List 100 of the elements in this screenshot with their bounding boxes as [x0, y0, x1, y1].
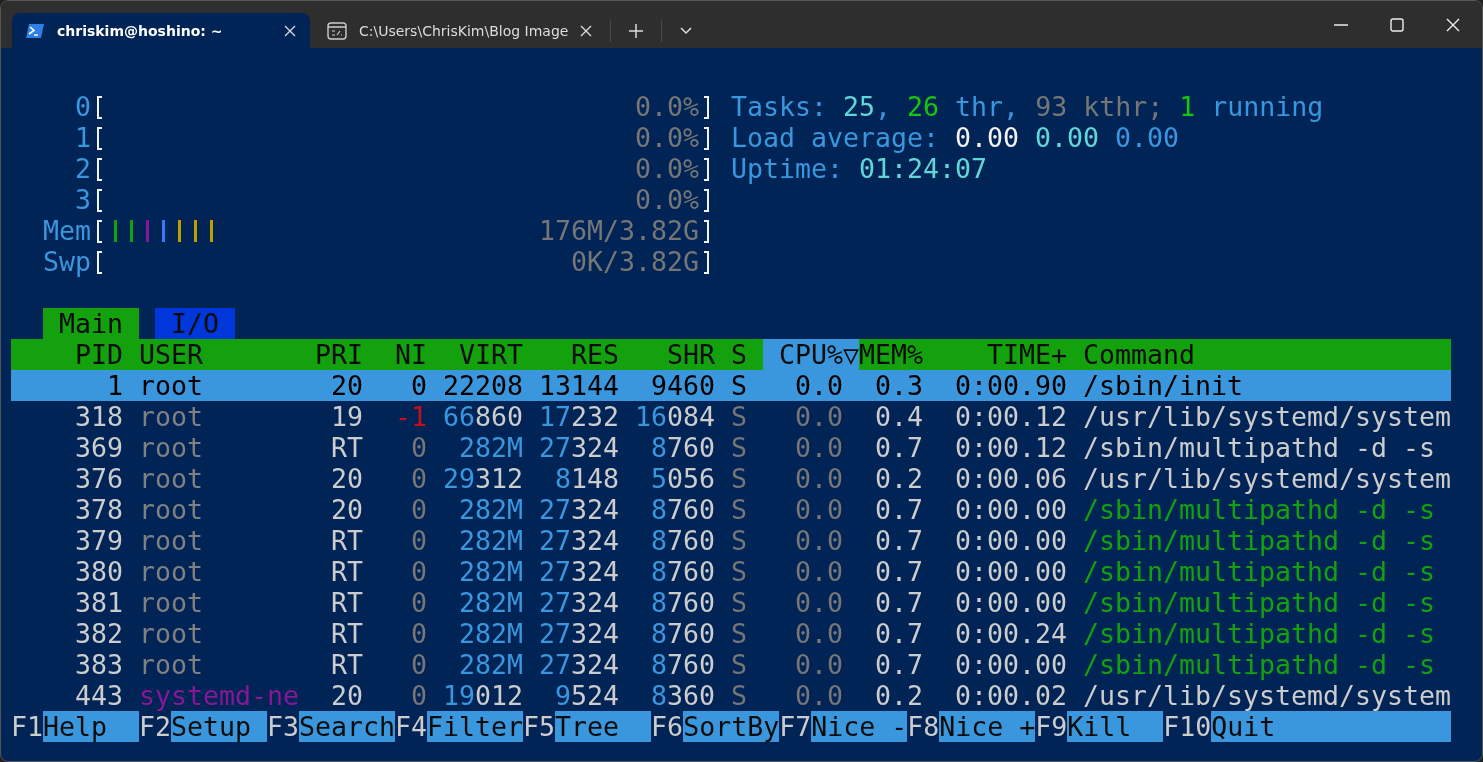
table-cell-text: 378 — [74, 494, 123, 525]
table-cell-text: 0:00.00 — [954, 494, 1067, 525]
process-row[interactable]: 1 root 20 0 22208 13144 9460 S 0.0 0.3 0:00.90 /sbin/init — [11, 370, 1452, 401]
column-header[interactable]: PID — [11, 339, 123, 370]
maximize-icon[interactable] — [1390, 17, 1404, 32]
column-header[interactable]: PRI — [315, 339, 363, 370]
table-cell-text: /sbin/multipathd -d -s — [1083, 556, 1437, 587]
plus-icon[interactable] — [629, 23, 644, 38]
table-cell: S — [731, 649, 747, 680]
table-cell-text: 0 — [410, 556, 427, 587]
column-header[interactable]: TIME+ — [939, 339, 1067, 370]
stat-text: 0.00 — [955, 122, 1021, 153]
process-row[interactable]: 376 root 20 0 29312 8148 5056 S 0.0 0.2 0:00.06 /usr/lib/systemd/system — [11, 463, 1452, 494]
meter-value: 176M/3.82G — [539, 215, 700, 246]
table-cell-text: 0 — [410, 370, 427, 401]
table-cell-text: 0 — [410, 432, 427, 463]
table-cell-text: 380 — [74, 556, 123, 587]
column-header[interactable]: USER — [139, 339, 299, 370]
column-header[interactable]: Command — [1083, 339, 1452, 370]
table-cell-text: root — [139, 401, 204, 432]
process-row[interactable]: 382 root RT 0 282M 27324 8760 S 0.0 0.7 0:00.24 /sbin/multipathd -d -s — [11, 618, 1452, 649]
table-cell: 27324 — [539, 649, 619, 680]
tab-title: chriskim@hoshino: ~ — [57, 22, 224, 39]
table-cell-text: 8148 — [553, 463, 619, 494]
column-header[interactable]: SHR — [635, 339, 715, 370]
process-row[interactable]: 379 root RT 0 282M 27324 8760 S 0.0 0.7 0:00.00 /sbin/multipathd -d -s — [11, 525, 1452, 556]
table-cell: 27324 — [539, 494, 619, 525]
meter-value: 0.0% — [635, 122, 700, 153]
table-cell-text: /sbin/multipathd -d -s — [1083, 649, 1437, 680]
table-cell-text: 282M — [458, 587, 523, 618]
table-cell-text: root — [139, 525, 204, 556]
minimize-icon[interactable] — [1334, 23, 1348, 26]
column-header[interactable]: VIRT — [443, 339, 523, 370]
table-cell-text: 383 — [74, 649, 123, 680]
table-cell-text: 369 — [74, 432, 123, 463]
table-cell-text: 0.7 — [874, 587, 923, 618]
terminal-tab[interactable]: chriskim@hoshino: ~ — [12, 13, 310, 48]
bracket-icon — [704, 251, 710, 274]
column-header[interactable]: CPU%▽ — [763, 339, 859, 370]
process-row[interactable]: 318 root 19 -1 66860 17232 16084 S 0.0 0.4 0:00.12 /usr/lib/systemd/system — [11, 401, 1452, 432]
table-cell-text: 20 — [330, 370, 363, 401]
table-cell-text: 0.0 — [794, 556, 843, 587]
table-cell-text: 0:00.00 — [954, 525, 1067, 556]
meter-value: 0.0% — [635, 153, 700, 184]
process-row[interactable]: 380 root RT 0 282M 27324 8760 S 0.0 0.7 0:00.00 /sbin/multipathd -d -s — [11, 556, 1452, 587]
table-cell-text: 0:00.02 — [954, 680, 1067, 711]
close-icon[interactable] — [580, 24, 593, 37]
process-row[interactable]: 381 root RT 0 282M 27324 8760 S 0.0 0.7 0:00.00 /sbin/multipathd -d -s — [11, 587, 1452, 618]
table-cell-text: root — [139, 432, 204, 463]
table-cell-text: root — [139, 370, 204, 401]
table-cell: 27324 — [539, 556, 619, 587]
table-cell-text: root — [139, 618, 204, 649]
table-cell-text: root — [139, 649, 204, 680]
table-cell: S — [731, 587, 747, 618]
table-cell-text: 8760 — [649, 432, 715, 463]
table-cell-text: 0.0 — [794, 494, 843, 525]
table-cell-text: 381 — [74, 587, 123, 618]
process-row[interactable]: 369 root RT 0 282M 27324 8760 S 0.0 0.7 0:00.12 /sbin/multipathd -d -s — [11, 432, 1452, 463]
meter-label: 2 — [74, 153, 91, 184]
column-header[interactable]: RES — [539, 339, 619, 370]
bracket-icon — [97, 251, 102, 274]
table-cell-text: 0 — [410, 618, 427, 649]
bracket-icon — [704, 96, 710, 119]
table-cell-text: 0.0 — [794, 680, 843, 711]
table-cell: S — [731, 525, 747, 556]
table-cell-text: 20 — [330, 494, 363, 525]
table-cell-text: 0.7 — [874, 618, 923, 649]
table-cell-text: 0.0 — [794, 401, 843, 432]
table-cell-text: /sbin/multipathd -d -s — [1083, 494, 1437, 525]
table-cell-text: RT — [330, 649, 363, 680]
column-header[interactable]: MEM% — [859, 339, 923, 370]
chevron-down-icon[interactable] — [680, 26, 693, 35]
table-cell-text: root — [139, 494, 204, 525]
table-cell: /usr/lib/systemd/system — [1083, 680, 1452, 711]
screen-tab[interactable]: Main — [43, 308, 139, 339]
table-cell: S — [731, 680, 747, 711]
table-cell-text: 0:00.24 — [954, 618, 1067, 649]
table-cell-text: RT — [330, 525, 363, 556]
stat-text: 0.00 — [1115, 122, 1180, 153]
close-icon[interactable] — [284, 24, 296, 37]
stat-text: thr, — [954, 91, 1021, 122]
table-cell-text: 0.0 — [794, 432, 843, 463]
close-icon[interactable] — [1446, 17, 1460, 32]
table-cell-text: 0 — [410, 587, 427, 618]
table-cell-text: 0.0 — [794, 370, 843, 401]
process-row[interactable]: 383 root RT 0 282M 27324 8760 S 0.0 0.7 0:00.00 /sbin/multipathd -d -s — [11, 649, 1452, 680]
terminal-tab[interactable]: C:\Users\ChrisKim\Blog Image — [314, 13, 607, 48]
process-row[interactable]: 378 root 20 0 282M 27324 8760 S 0.0 0.7 0:00.00 /sbin/multipathd -d -s — [11, 494, 1452, 525]
table-cell-text: 8760 — [649, 494, 715, 525]
column-header[interactable]: NI — [379, 339, 427, 370]
stat-text: Uptime: — [731, 153, 845, 184]
table-cell-text: 8760 — [649, 525, 715, 556]
table-cell: S — [731, 494, 747, 525]
table-cell-text: 0 — [410, 494, 427, 525]
table-cell-text: 8760 — [649, 556, 715, 587]
bracket-icon — [704, 220, 710, 243]
table-cell: 13144 — [539, 370, 619, 401]
meter-value: 0.0% — [635, 184, 700, 215]
process-row[interactable]: 443 systemd-ne 20 0 19012 9524 8360 S 0.0 0.2 0:00.02 /usr/lib/systemd/system — [11, 680, 1452, 711]
column-header[interactable]: S — [731, 339, 747, 370]
